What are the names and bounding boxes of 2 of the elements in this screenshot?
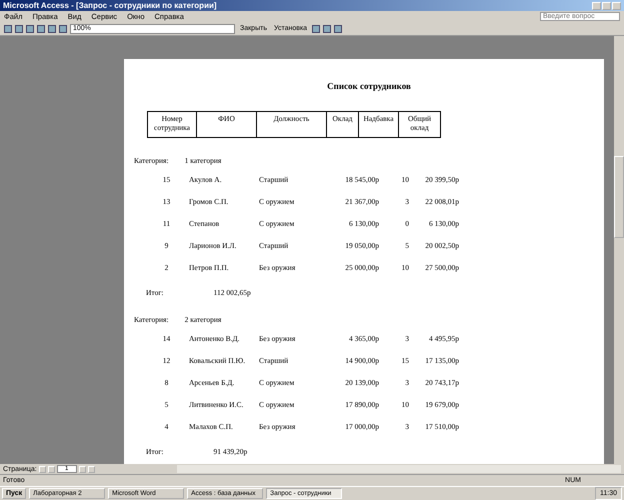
window-title: Microsoft Access - [Запрос - сотрудники по категории] bbox=[3, 1, 217, 10]
report-title: Список сотрудников bbox=[326, 81, 412, 91]
